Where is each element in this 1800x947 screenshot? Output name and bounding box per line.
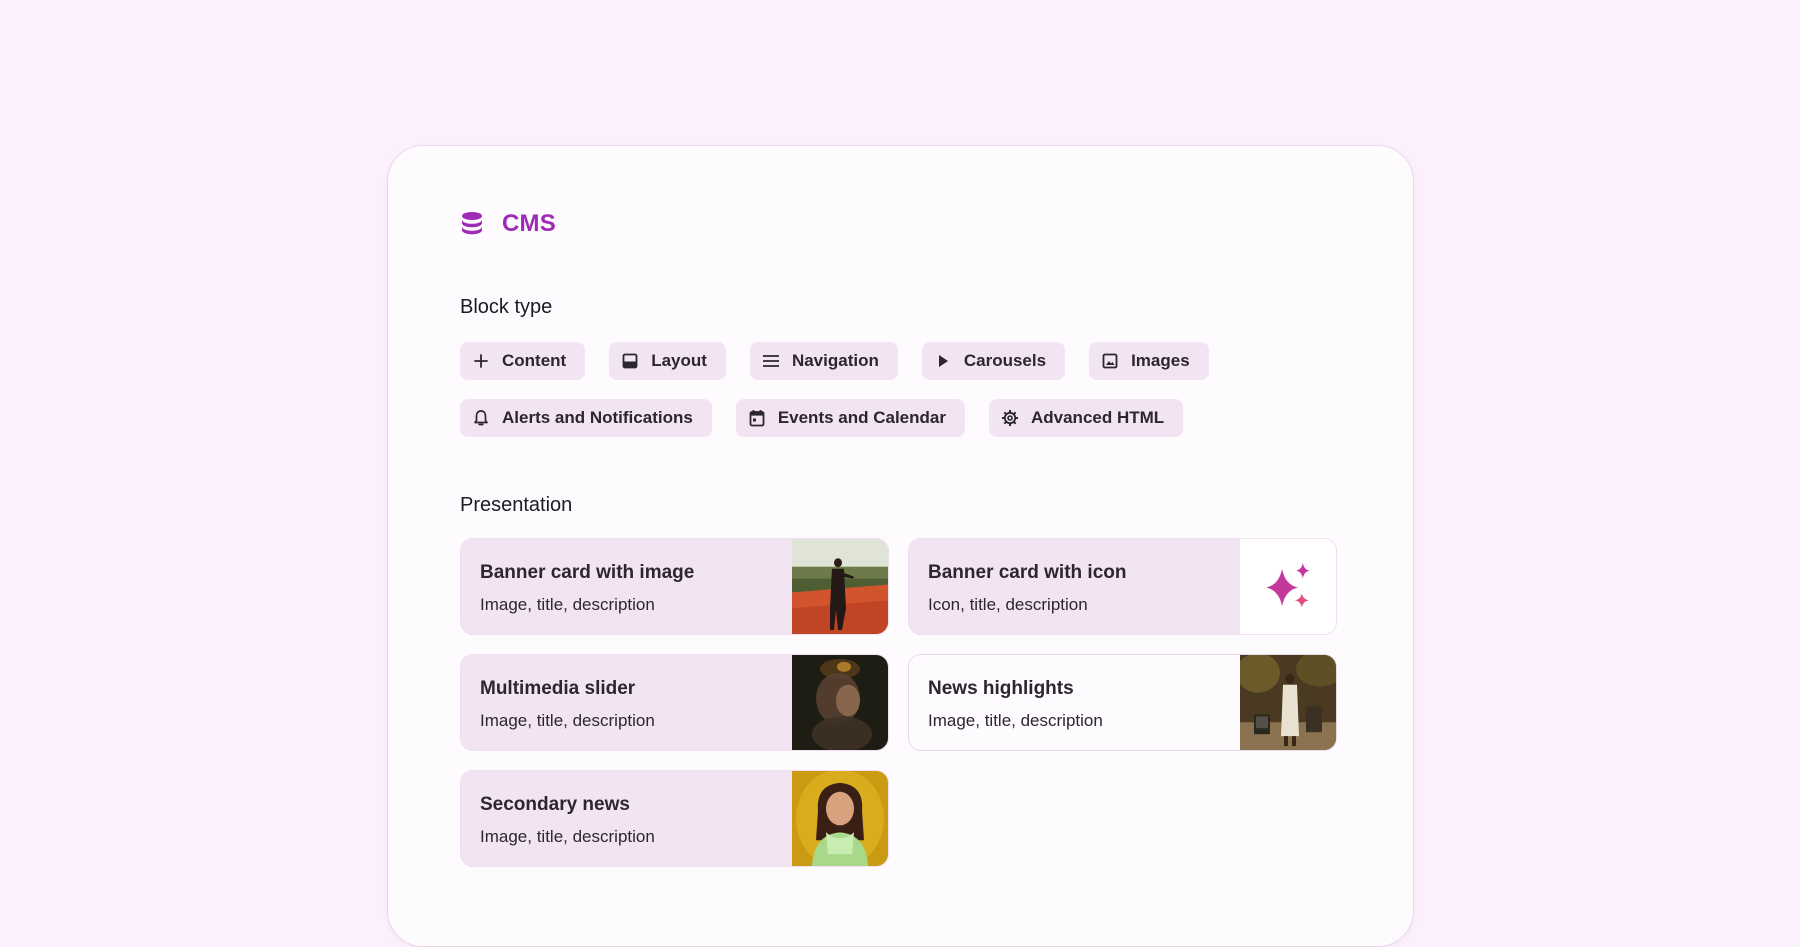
chip-label: Content [502, 351, 567, 370]
database-icon [460, 211, 486, 237]
chip-navigation[interactable]: Navigation [749, 342, 898, 380]
plus-icon [472, 352, 490, 370]
card-multimedia-slider[interactable]: Multimedia slider Image, title, descript… [460, 654, 889, 751]
card-thumbnail-image [1240, 655, 1336, 750]
card-news-highlights[interactable]: News highlights Image, title, descriptio… [908, 654, 1337, 751]
card-thumbnail-image [792, 655, 888, 750]
card-title: Banner card with image [480, 562, 695, 583]
layout-icon [621, 352, 639, 370]
chip-label: Layout [651, 351, 707, 370]
chip-label: Carousels [963, 351, 1047, 370]
play-icon [934, 352, 952, 370]
chip-label: Navigation [791, 351, 879, 370]
card-title: Banner card with icon [928, 562, 1127, 583]
chip-label: Alerts and Notifications [502, 408, 693, 427]
card-description: Icon, title, description [928, 595, 1088, 614]
calendar-icon [748, 409, 766, 427]
block-type-chips-row-1: Content Layout Navigation Carousels Imag… [460, 342, 1209, 380]
chip-label: Events and Calendar [777, 408, 946, 427]
chip-events-and-calendar[interactable]: Events and Calendar [735, 399, 965, 437]
block-type-label: Block type [460, 296, 553, 318]
chip-label: Images [1131, 351, 1190, 370]
panel-header: CMS [460, 210, 556, 238]
chip-layout[interactable]: Layout [609, 342, 726, 380]
card-secondary-news[interactable]: Secondary news Image, title, description [460, 770, 889, 867]
chip-content[interactable]: Content [460, 342, 586, 380]
card-description: Image, title, description [480, 827, 655, 846]
card-title: Multimedia slider [480, 678, 636, 699]
card-description: Image, title, description [480, 711, 655, 730]
card-thumbnail-image [792, 539, 888, 634]
card-description: Image, title, description [928, 711, 1103, 730]
presentation-label: Presentation [460, 494, 573, 516]
chip-label: Advanced HTML [1030, 408, 1165, 427]
app-title: CMS [502, 210, 556, 237]
chip-carousels[interactable]: Carousels [921, 342, 1066, 380]
chip-advanced-html[interactable]: Advanced HTML [988, 399, 1184, 437]
sparkle-icon [1240, 539, 1336, 634]
menu-icon [762, 352, 780, 370]
bell-icon [472, 409, 490, 427]
image-icon [1101, 352, 1119, 370]
block-type-chips-row-2: Alerts and Notifications Events and Cale… [460, 399, 1184, 437]
card-banner-with-image[interactable]: Banner card with image Image, title, des… [460, 538, 889, 635]
card-description: Image, title, description [480, 595, 655, 614]
cms-panel: CMS Block type Content Layout Navigation [387, 145, 1414, 947]
card-title: News highlights [928, 678, 1074, 699]
chip-images[interactable]: Images [1089, 342, 1209, 380]
chip-alerts-and-notifications[interactable]: Alerts and Notifications [460, 399, 712, 437]
card-banner-with-icon[interactable]: Banner card with icon Icon, title, descr… [908, 538, 1337, 635]
card-title: Secondary news [480, 794, 630, 815]
card-thumbnail-image [792, 771, 888, 866]
gear-icon [1001, 409, 1019, 427]
